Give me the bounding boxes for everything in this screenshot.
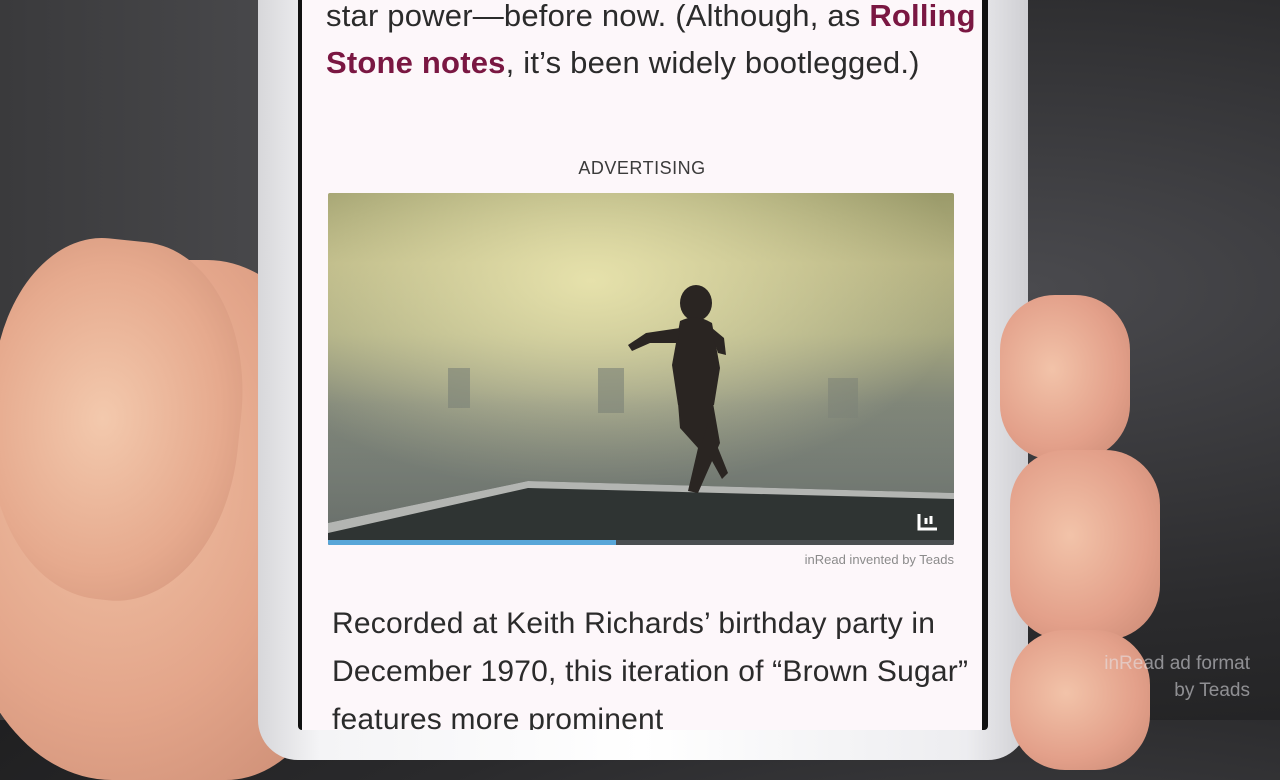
video-progress-fill (328, 540, 616, 545)
finger (1000, 295, 1130, 460)
thumb (0, 227, 259, 613)
advertising-label: ADVERTISING (578, 158, 706, 178)
ad-credit[interactable]: inRead invented by Teads (805, 552, 954, 567)
article-paragraph-bottom: Recorded at Keith Richards’ birthday par… (332, 607, 969, 730)
watermark-line-2: by Teads (1174, 680, 1250, 701)
finger (1010, 450, 1160, 640)
article-paragraph-top: star power—before now. (Although, as Rol… (326, 0, 976, 86)
watermark: inRead ad format by Teads (1070, 650, 1250, 704)
video-frame (328, 193, 954, 545)
teads-logo-icon (916, 509, 940, 531)
watermark-line-1: inRead ad format (1104, 653, 1250, 674)
video-ad-player[interactable] (328, 193, 954, 545)
article-page[interactable]: star power—before now. (Although, as Rol… (302, 0, 982, 730)
paragraph-text: , it’s been widely bootlegged.) (505, 45, 920, 80)
video-progress-bar[interactable] (328, 540, 954, 545)
paragraph-text: star power—before now. (Although, as (326, 0, 870, 33)
